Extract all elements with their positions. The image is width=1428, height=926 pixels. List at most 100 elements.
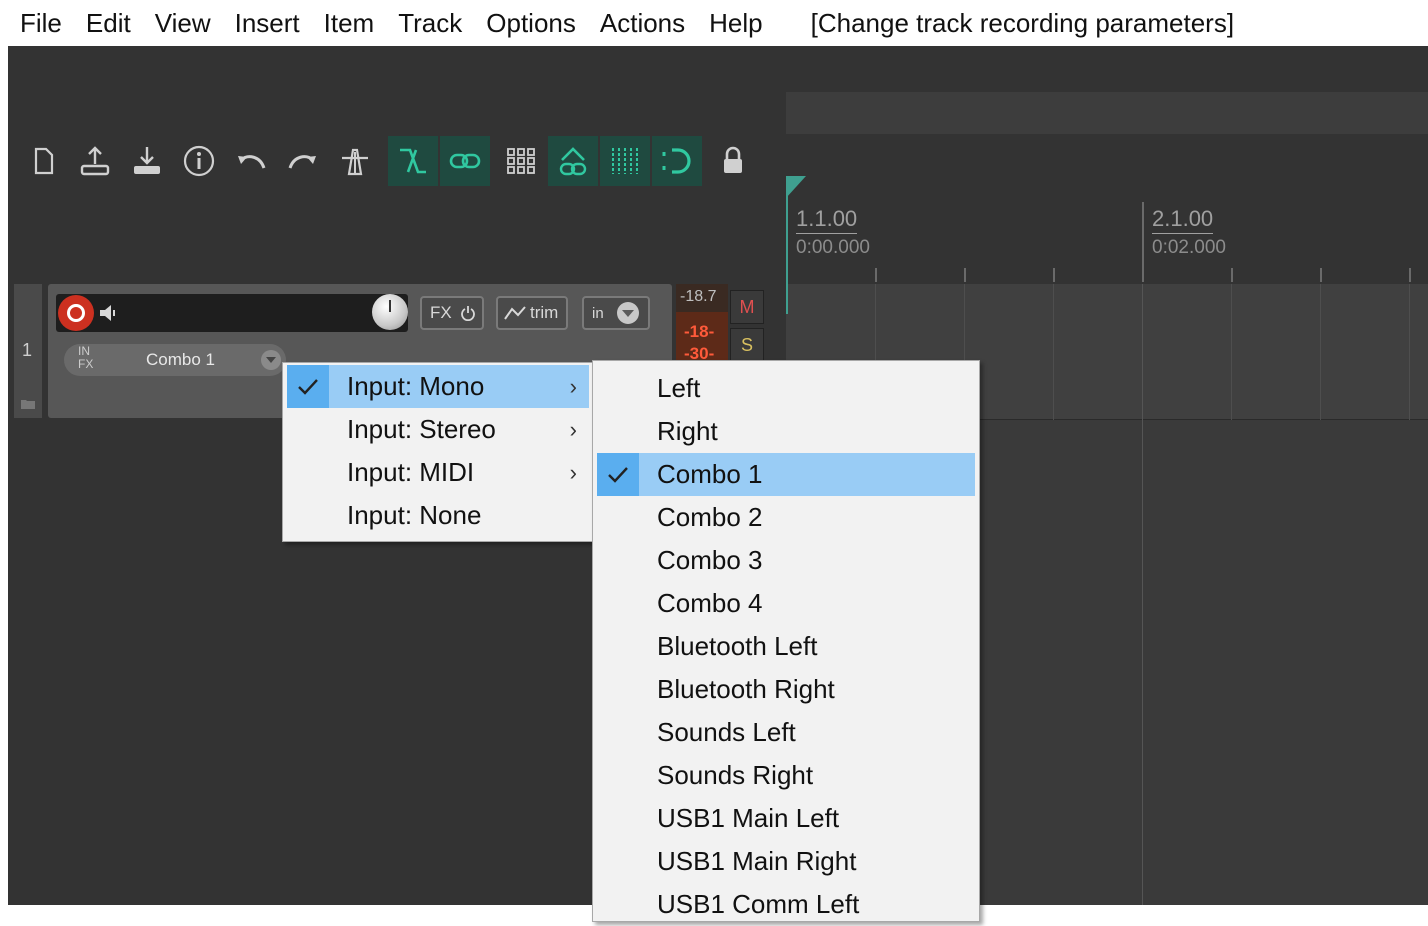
lock-button[interactable] bbox=[708, 136, 758, 186]
fx-bypass-icon[interactable] bbox=[460, 305, 476, 321]
ripple-edit-icon bbox=[400, 148, 426, 174]
menu-item-input-none[interactable]: Input: None bbox=[287, 494, 589, 537]
open-project-button[interactable] bbox=[70, 136, 120, 186]
playhead-line bbox=[786, 192, 788, 284]
submenu-item-sounds-right[interactable]: Sounds Right bbox=[597, 754, 975, 797]
meter-scale-label: -30- bbox=[684, 344, 715, 360]
submenu-item-bluetooth-right[interactable]: Bluetooth Right bbox=[597, 668, 975, 711]
record-monitor-icon[interactable] bbox=[98, 304, 120, 322]
measure-line bbox=[1142, 202, 1144, 282]
menu-edit[interactable]: Edit bbox=[74, 0, 143, 46]
submenu-item-right[interactable]: Right bbox=[597, 410, 975, 453]
time-label: 0:00.000 bbox=[796, 237, 870, 258]
submenu-item-combo-2[interactable]: Combo 2 bbox=[597, 496, 975, 539]
submenu-item-sounds-left[interactable]: Sounds Left bbox=[597, 711, 975, 754]
checkmark-icon bbox=[287, 365, 329, 408]
ripple-edit-button[interactable] bbox=[388, 136, 438, 186]
trim-label: trim bbox=[530, 303, 559, 322]
redo-button[interactable] bbox=[278, 136, 328, 186]
mute-button[interactable]: M bbox=[730, 290, 764, 324]
chevron-right-icon: › bbox=[569, 417, 577, 442]
project-settings-button[interactable] bbox=[174, 136, 224, 186]
checkmark-icon bbox=[597, 453, 639, 496]
menu-item-input-mono[interactable]: Input: Mono › bbox=[287, 365, 589, 408]
chevron-down-icon bbox=[261, 350, 281, 370]
snap-grid-icon bbox=[612, 148, 638, 174]
meter-scale-label: -18- bbox=[684, 322, 715, 341]
measure-label: 2.1.00 bbox=[1152, 206, 1214, 234]
in-label: in bbox=[592, 304, 604, 322]
auto-crossfade-button[interactable] bbox=[652, 136, 702, 186]
lock-icon bbox=[724, 146, 742, 173]
new-project-icon bbox=[34, 147, 54, 175]
envelope-icon bbox=[504, 306, 526, 320]
volume-knob[interactable] bbox=[372, 294, 408, 330]
fx-label: FX bbox=[430, 303, 452, 322]
redo-icon bbox=[288, 155, 316, 169]
track-vu-meter[interactable]: -18.7 -18- -30- bbox=[676, 284, 728, 360]
envelope-link-button[interactable] bbox=[548, 136, 598, 186]
measure-label: 1.1.00 bbox=[796, 206, 858, 234]
grid-icon bbox=[507, 148, 535, 174]
time-label: 0:02.000 bbox=[1152, 237, 1226, 258]
submenu-item-usb1-main-right[interactable]: USB1 Main Right bbox=[597, 840, 975, 883]
menu-view[interactable]: View bbox=[143, 0, 223, 46]
auto-crossfade-icon bbox=[662, 148, 691, 174]
playhead-marker-icon bbox=[786, 176, 806, 198]
project-settings-icon bbox=[183, 145, 215, 177]
mute-label: M bbox=[739, 296, 755, 317]
track-number-label: 1 bbox=[22, 340, 33, 360]
new-project-button[interactable] bbox=[18, 136, 68, 186]
submenu-item-usb1-main-left[interactable]: USB1 Main Left bbox=[597, 797, 975, 840]
submenu-item-left[interactable]: Left bbox=[597, 367, 975, 410]
input-name-label: Combo 1 bbox=[146, 350, 215, 369]
open-project-icon bbox=[80, 146, 110, 176]
menu-item-input-stereo[interactable]: Input: Stereo › bbox=[287, 408, 589, 451]
snap-grid-button[interactable] bbox=[600, 136, 650, 186]
track-number[interactable]: 1 bbox=[14, 284, 42, 418]
save-project-button[interactable] bbox=[122, 136, 172, 186]
input-fx-label: IN FX bbox=[78, 344, 94, 371]
action-status-text: [Change track recording parameters] bbox=[810, 7, 1235, 38]
solo-button[interactable]: S bbox=[730, 328, 764, 362]
record-arm-button[interactable] bbox=[58, 295, 94, 331]
playhead-line bbox=[786, 284, 788, 314]
mono-input-submenu: Left Right Combo 1 Combo 2 Combo 3 Combo… bbox=[592, 360, 980, 922]
menu-options[interactable]: Options bbox=[474, 0, 588, 46]
solo-label: S bbox=[740, 334, 753, 355]
meter-peak-value: -18.7 bbox=[680, 288, 717, 305]
menu-bar: File Edit View Insert Item Track Options… bbox=[0, 0, 1428, 46]
chevron-right-icon: › bbox=[569, 374, 577, 399]
record-input-selector[interactable]: IN FX Combo 1 bbox=[64, 344, 286, 376]
grouping-link-button[interactable] bbox=[440, 136, 490, 186]
menu-insert[interactable]: Insert bbox=[223, 0, 312, 46]
fx-button[interactable]: FX bbox=[420, 296, 484, 330]
input-routing-button[interactable]: in bbox=[582, 296, 650, 330]
chevron-right-icon: › bbox=[569, 460, 577, 485]
metronome-icon bbox=[342, 148, 368, 176]
dropdown-icon bbox=[616, 302, 639, 324]
save-project-icon bbox=[134, 147, 160, 174]
menu-item-input-midi[interactable]: Input: MIDI › bbox=[287, 451, 589, 494]
menu-help[interactable]: Help bbox=[697, 0, 774, 46]
folder-icon bbox=[21, 400, 35, 409]
menu-track[interactable]: Track bbox=[386, 0, 474, 46]
undo-button[interactable] bbox=[226, 136, 276, 186]
undo-icon bbox=[238, 155, 266, 169]
grid-button[interactable] bbox=[496, 136, 546, 186]
ruler-top-strip bbox=[786, 92, 1428, 134]
metronome-button[interactable] bbox=[330, 136, 380, 186]
menu-file[interactable]: File bbox=[0, 0, 74, 46]
record-arm-icon bbox=[67, 304, 85, 322]
menu-actions[interactable]: Actions bbox=[588, 0, 697, 46]
grouping-link-icon bbox=[449, 153, 481, 169]
submenu-item-combo-3[interactable]: Combo 3 bbox=[597, 539, 975, 582]
submenu-item-combo-1[interactable]: Combo 1 bbox=[597, 453, 975, 496]
envelope-link-icon bbox=[559, 147, 587, 176]
submenu-item-combo-4[interactable]: Combo 4 bbox=[597, 582, 975, 625]
timeline-ruler[interactable]: 1.1.00 0:00.000 2.1.00 0:02.000 bbox=[786, 176, 1428, 284]
automation-trim-button[interactable]: trim bbox=[496, 296, 568, 330]
input-type-menu: Input: Mono › Input: Stereo › Input: MID… bbox=[282, 362, 594, 542]
menu-item[interactable]: Item bbox=[312, 0, 387, 46]
submenu-item-bluetooth-left[interactable]: Bluetooth Left bbox=[597, 625, 975, 668]
